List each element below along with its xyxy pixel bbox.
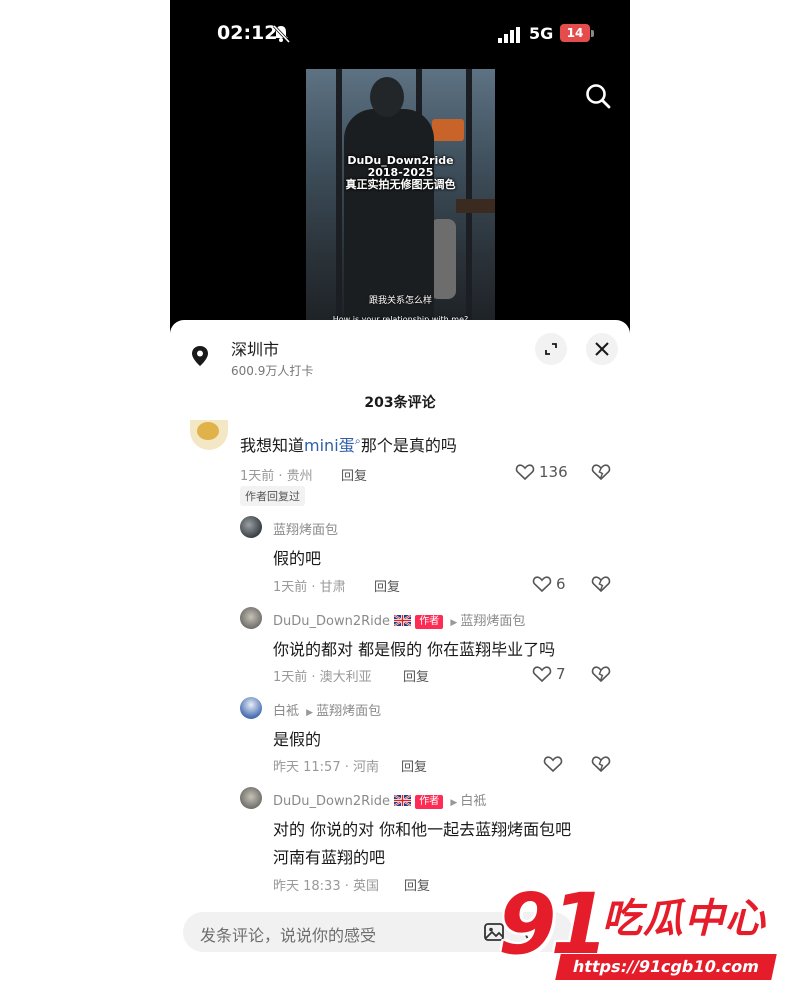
reply-header: DuDu_Down2Ride 作者 ▶ 白袛 [273, 790, 486, 809]
reply-button[interactable]: 回复 [401, 756, 427, 775]
broken-heart-icon[interactable] [591, 575, 611, 593]
reply-arrow-icon: ▶ [450, 618, 458, 628]
bell-muted-icon [272, 24, 291, 44]
duck-avatar-icon [197, 422, 219, 440]
location-pin-icon [192, 346, 208, 366]
network-label: 5G [529, 24, 554, 43]
reply-username[interactable]: DuDu_Down2Ride [273, 794, 390, 809]
author-tag: 作者 [415, 795, 444, 809]
reply-text: 假的吧 [273, 549, 322, 568]
heart-icon[interactable] [532, 665, 552, 683]
author-tag: 作者 [415, 615, 444, 629]
reply-username[interactable]: DuDu_Down2Ride [273, 614, 390, 629]
desk [456, 199, 495, 213]
status-bar: 02:12 5G 14 [170, 0, 630, 68]
reply-meta: 1天前 · 澳大利亚 [273, 670, 372, 685]
window-frame [336, 69, 342, 331]
reply-arrow-icon: ▶ [306, 708, 314, 718]
like-count: 6 [556, 575, 566, 593]
reply-button[interactable]: 回复 [374, 576, 400, 595]
comment-count: 203条评论 [364, 395, 436, 411]
phone-screen: 02:12 5G 14 DuDu_Down2ride 2018-2025 真正实… [170, 0, 630, 1000]
author-replied-badge: 作者回复过 [240, 486, 305, 506]
mention-link[interactable]: mini蛋 [304, 436, 355, 455]
avatar[interactable] [240, 787, 262, 809]
comment-input-placeholder: 发条评论，说说你的感受 [200, 926, 377, 945]
avatar[interactable] [240, 516, 262, 538]
reply-header: 白袛 ▶ 蓝翔烤面包 [273, 700, 381, 719]
reply-text: 河南有蓝翔的吧 [273, 848, 386, 867]
reply-to-username[interactable]: 蓝翔烤面包 [316, 704, 381, 719]
video-thumbnail[interactable]: DuDu_Down2ride 2018-2025 真正实拍无修图无调色 跟我关系… [306, 69, 495, 331]
reply-arrow-icon: ▶ [450, 798, 458, 808]
uk-flag-icon [394, 615, 412, 626]
reply-meta: 昨天 18:33 · 英国 [273, 879, 379, 894]
heart-icon[interactable] [532, 575, 552, 593]
like-count: 136 [539, 463, 568, 481]
brand-logo-name: 吃瓜中心 [602, 896, 766, 942]
expand-button[interactable] [535, 333, 567, 365]
reply-meta: 1天前 · 甘肃 [273, 580, 346, 595]
brand-url: https://91cgb10.com [555, 954, 777, 980]
watermark-line: 真正实拍无修图无调色 [345, 178, 456, 191]
signal-icon [498, 27, 520, 43]
reply-username[interactable]: 蓝翔烤面包 [273, 519, 338, 538]
battery-indicator: 14 [560, 24, 590, 42]
reply-meta: 昨天 11:57 · 河南 [273, 760, 379, 775]
reply-text: 你说的都对 都是假的 你在蓝翔毕业了吗 [273, 640, 556, 659]
reply-button[interactable]: 回复 [403, 666, 429, 685]
reply-to-username[interactable]: 白袛 [460, 794, 486, 809]
avatar[interactable] [190, 420, 228, 450]
uk-flag-icon [394, 795, 412, 806]
avatar[interactable] [240, 607, 262, 629]
status-time: 02:12 [217, 22, 278, 44]
battery-tip [591, 30, 594, 37]
reply-text: 对的 你说的对 你和他一起去蓝翔烤面包吧 [273, 820, 572, 839]
reply-header: DuDu_Down2Ride 作者 ▶ 蓝翔烤面包 [273, 610, 525, 629]
reply-to-username[interactable]: 蓝翔烤面包 [460, 614, 525, 629]
video-subtitle-cn: 跟我关系怎么样 [368, 296, 432, 306]
expand-icon [545, 343, 557, 355]
heart-icon[interactable] [543, 755, 563, 773]
lamp [432, 119, 464, 141]
comment-meta: 1天前 · 贵州 [240, 469, 313, 484]
reply-button[interactable]: 回复 [404, 875, 430, 894]
reply-username[interactable]: 白袛 [273, 704, 299, 719]
comment-text: 我想知道mini蛋⌕那个是真的吗 [240, 434, 457, 455]
person-head [370, 77, 404, 117]
heart-icon[interactable] [515, 463, 535, 481]
location-checkins: 600.9万人打卡 [231, 364, 314, 378]
video-watermark: DuDu_Down2ride 2018-2025 真正实拍无修图无调色 [306, 155, 495, 191]
close-button[interactable] [586, 333, 618, 365]
like-count: 7 [556, 665, 566, 683]
broken-heart-icon[interactable] [591, 463, 611, 481]
broken-heart-icon[interactable] [591, 755, 611, 773]
close-icon [595, 342, 609, 356]
brand-watermark: 91 吃瓜中心 https://91cgb10.com [498, 876, 788, 986]
avatar[interactable] [240, 697, 262, 719]
search-icon[interactable] [584, 82, 612, 110]
broken-heart-icon[interactable] [591, 665, 611, 683]
reply-text: 是假的 [273, 730, 322, 749]
reply-button[interactable]: 回复 [341, 465, 367, 484]
location-name[interactable]: 深圳市 [231, 336, 279, 360]
